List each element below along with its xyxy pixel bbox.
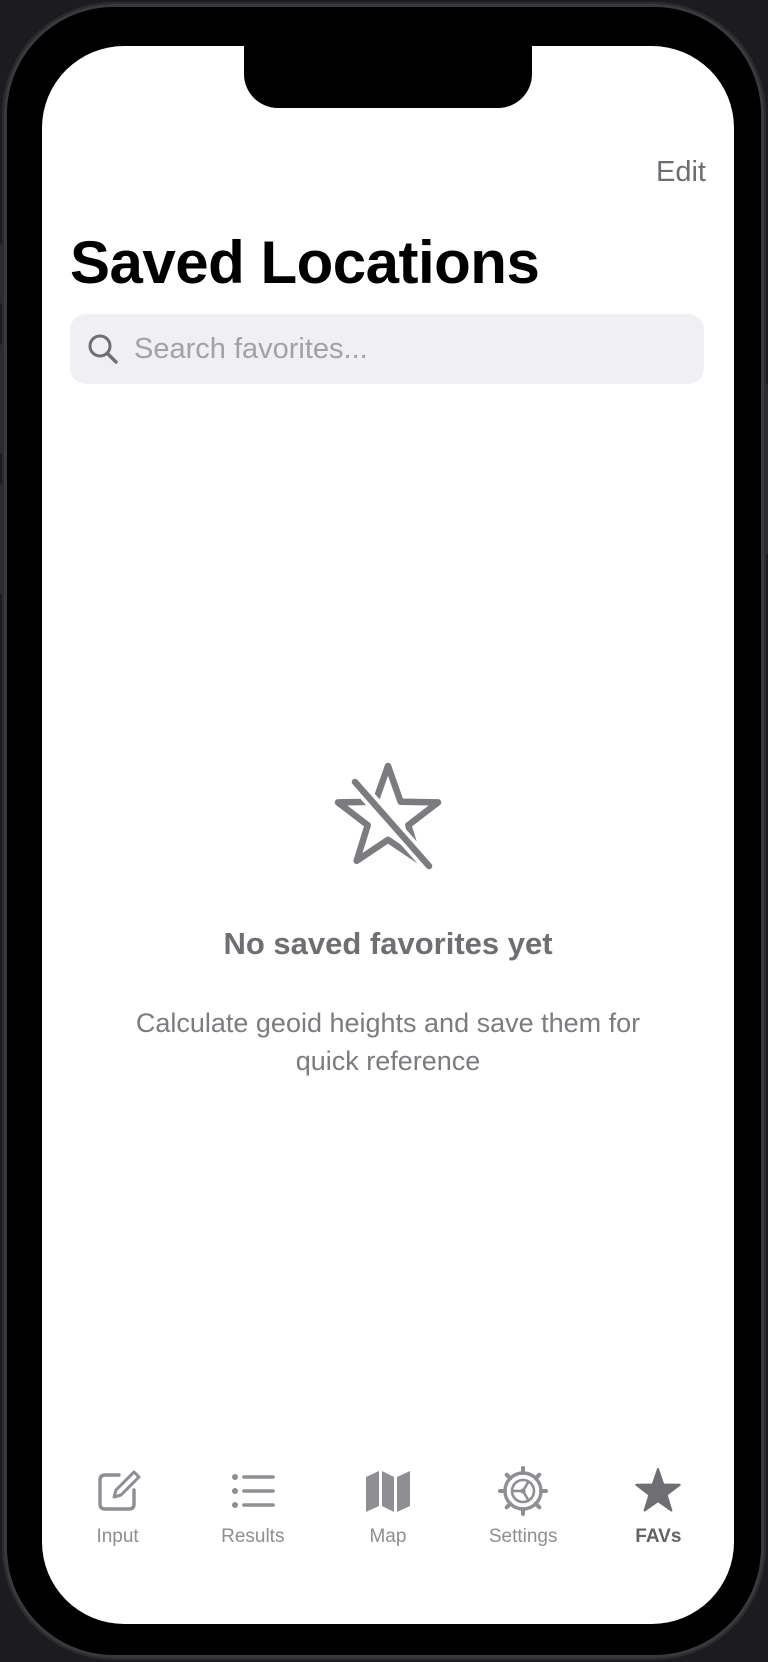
- app-screen: Edit Saved Locations No saved favorites …: [42, 46, 734, 1624]
- volume-down-button: [0, 484, 2, 594]
- star-fill-icon: [635, 1468, 682, 1512]
- square-pencil-icon: [97, 1470, 141, 1511]
- camera-notch: [244, 46, 532, 108]
- tab-label-settings: Settings: [488, 1526, 558, 1547]
- map-icon: [365, 1471, 410, 1512]
- tab-favs[interactable]: FAVs: [598, 1466, 718, 1576]
- tab-label-map: Map: [369, 1526, 407, 1547]
- gear-icon: [498, 1466, 549, 1516]
- search-input[interactable]: [132, 318, 696, 380]
- tab-input[interactable]: Input: [58, 1466, 178, 1576]
- tab-settings[interactable]: Settings: [463, 1466, 583, 1576]
- tab-label-input: Input: [96, 1526, 139, 1547]
- empty-state: No saved favorites yet Calculate geoid h…: [42, 756, 734, 1080]
- mute-switch: [0, 244, 2, 304]
- search-icon: [88, 334, 118, 364]
- tab-map[interactable]: Map: [328, 1466, 448, 1576]
- search-bar[interactable]: [70, 314, 704, 384]
- tab-label-favs: FAVs: [635, 1526, 682, 1547]
- volume-up-button: [0, 344, 2, 454]
- empty-state-title: No saved favorites yet: [223, 926, 553, 961]
- tab-bar: Input Results Map Settings FAVs: [42, 1466, 734, 1576]
- empty-state-subtitle: Calculate geoid heights and save them fo…: [135, 1008, 641, 1076]
- list-bullet-icon: [231, 1474, 275, 1508]
- page-title: Saved Locations: [70, 229, 540, 296]
- star-slash-icon: [334, 762, 442, 873]
- tab-label-results: Results: [221, 1526, 285, 1547]
- edit-button[interactable]: Edit: [656, 156, 706, 189]
- tab-results[interactable]: Results: [193, 1466, 313, 1576]
- device-frame: Edit Saved Locations No saved favorites …: [0, 4, 768, 1658]
